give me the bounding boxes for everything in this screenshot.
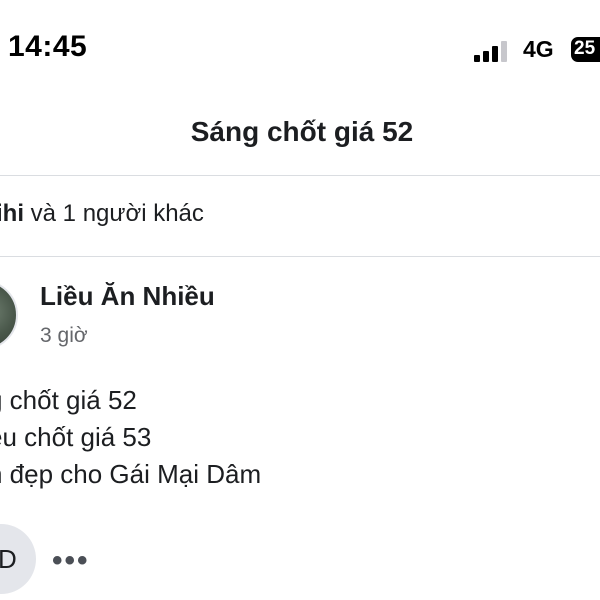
battery-level: 25 [574, 38, 596, 59]
network-type: 4G [523, 36, 554, 62]
post-text-line: ều chốt giá 53 [0, 422, 152, 452]
post-text-line: g chốt giá 52 [0, 385, 137, 415]
more-options-icon[interactable]: ••• [52, 544, 90, 578]
reaction-name: ihi [0, 200, 24, 227]
reactions-summary[interactable]: ihi và 1 người khác [0, 200, 204, 228]
post-timestamp[interactable]: 3 giờ [40, 324, 88, 348]
reaction-others: và 1 người khác [24, 200, 204, 227]
post-author[interactable]: Liều Ăn Nhiều [40, 281, 215, 312]
commenter-initial: D [0, 544, 17, 574]
divider [0, 256, 600, 257]
post-text-line: n đẹp cho Gái Mại Dâm [0, 459, 262, 489]
screen: 14:45 4G 25 Sáng chốt giá 52 ihi và 1 ng… [0, 0, 600, 600]
page-title: Sáng chốt giá 52 [190, 116, 414, 147]
cellular-signal-icon [474, 38, 514, 62]
avatar[interactable] [0, 280, 18, 350]
divider [0, 175, 600, 176]
status-time: 14:45 [8, 30, 88, 63]
